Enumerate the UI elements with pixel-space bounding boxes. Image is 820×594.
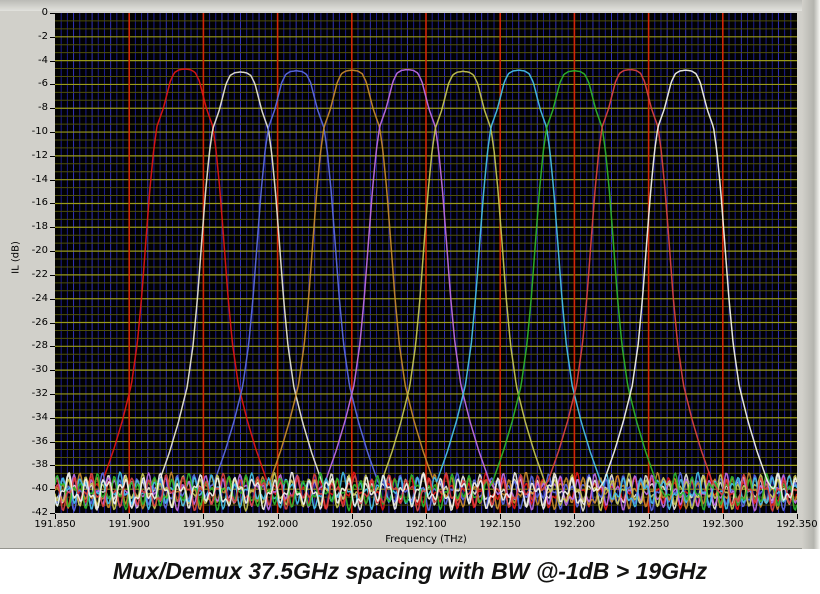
- x-tick-label: 191.950: [182, 519, 225, 530]
- y-tick-label: -22: [31, 268, 48, 280]
- x-tick-label: 191.900: [108, 519, 150, 530]
- panel-right-border: [802, 0, 820, 549]
- y-tick-label: -28: [31, 340, 48, 352]
- graph-panel: IL (dB) 0 -2 -4 -6 -8 -10 -12 -14 -16 -18 -20 -22 -2…: [0, 0, 820, 549]
- y-tick-mark: [50, 370, 55, 372]
- y-tick-label: -16: [31, 197, 48, 209]
- plot-canvas[interactable]: [55, 13, 797, 513]
- panel-top-border: [0, 0, 820, 11]
- y-tick-label: -12: [31, 149, 48, 161]
- y-tick-label: -6: [38, 78, 48, 90]
- figure-caption-row: Mux/Demux 37.5GHz spacing with BW @-1dB …: [0, 549, 820, 594]
- y-tick-mark: [50, 203, 55, 205]
- y-tick-mark: [50, 108, 55, 110]
- x-tick-mark: [500, 514, 502, 519]
- y-tick-label: -8: [38, 102, 48, 114]
- x-tick-label: 192.100: [405, 519, 447, 530]
- x-axis-label: Frequency (THz): [385, 534, 467, 545]
- y-tick-mark: [50, 179, 55, 181]
- y-tick-label: -18: [31, 221, 48, 233]
- y-tick-mark: [50, 227, 55, 229]
- y-tick-label: -2: [38, 30, 48, 42]
- y-tick-mark: [50, 84, 55, 86]
- x-tick-label: 192.250: [627, 519, 670, 530]
- x-tick-mark: [203, 514, 205, 519]
- x-tick-mark: [351, 514, 353, 519]
- x-tick-label: 191.850: [34, 519, 76, 530]
- y-tick-mark: [50, 60, 55, 62]
- y-tick-label: -30: [31, 364, 48, 376]
- y-tick-mark: [50, 274, 55, 276]
- x-tick-label: 192.150: [479, 519, 521, 530]
- y-tick-mark: [50, 36, 55, 38]
- y-tick-mark: [50, 346, 55, 348]
- x-tick-mark: [797, 514, 798, 519]
- y-tick-label: -38: [31, 459, 48, 471]
- y-tick-mark: [50, 322, 55, 324]
- y-tick-label: -34: [31, 411, 48, 423]
- y-tick-label: -26: [31, 316, 48, 328]
- y-tick-label: -32: [31, 387, 48, 399]
- y-tick-label: -40: [31, 483, 48, 495]
- front-panel-screenshot: IL (dB) 0 -2 -4 -6 -8 -10 -12 -14 -16 -18 -20 -22 -2…: [0, 0, 820, 594]
- x-tick-label: 192.300: [702, 519, 744, 530]
- il-vs-frequency-plot[interactable]: [55, 13, 797, 513]
- x-tick-mark: [648, 514, 650, 519]
- x-tick-label: 192.050: [331, 519, 373, 530]
- y-tick-label: -14: [31, 173, 48, 185]
- y-tick-label: -24: [31, 292, 48, 304]
- y-tick-label: -4: [38, 54, 48, 66]
- y-tick-label: -42: [31, 507, 48, 518]
- y-tick-mark: [50, 465, 55, 467]
- y-tick-label: -20: [31, 245, 48, 257]
- x-tick-mark: [55, 514, 56, 519]
- x-tick-label: 192.000: [256, 519, 299, 530]
- y-tick-mark: [50, 417, 55, 419]
- x-tick-mark: [129, 514, 131, 519]
- x-tick-mark: [426, 514, 427, 519]
- y-tick-mark: [50, 393, 55, 395]
- x-tick-mark: [277, 514, 279, 519]
- y-tick-label: -10: [31, 126, 48, 138]
- y-tick-mark: [50, 441, 55, 443]
- x-tick-label: 192.350: [776, 519, 818, 530]
- y-tick-mark: [50, 298, 55, 300]
- figure-caption: Mux/Demux 37.5GHz spacing with BW @-1dB …: [112, 558, 708, 584]
- y-tick-label: -36: [31, 435, 48, 447]
- y-tick-mark: [50, 132, 55, 134]
- y-tick-mark: [50, 13, 55, 14]
- x-tick-mark: [722, 514, 724, 519]
- y-tick-mark: [50, 155, 55, 157]
- x-tick-mark: [574, 514, 576, 519]
- y-tick-label: 0: [41, 7, 48, 18]
- x-tick-label: 192.200: [553, 519, 596, 530]
- y-tick-mark: [50, 251, 55, 253]
- y-tick-mark: [50, 489, 55, 491]
